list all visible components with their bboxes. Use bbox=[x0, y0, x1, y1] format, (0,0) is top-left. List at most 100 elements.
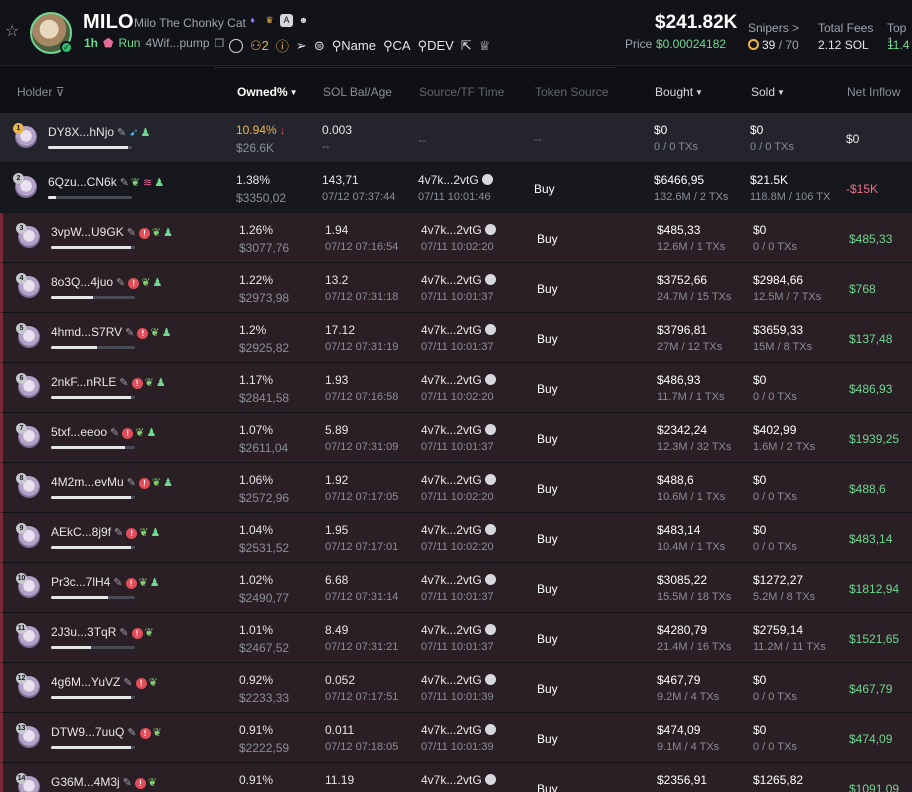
copy-icon[interactable]: ❐ bbox=[215, 37, 225, 50]
filter-icon[interactable]: ⊽ bbox=[56, 85, 65, 99]
holder-address[interactable]: 5txf...eeoo ✎! ❦ ♟ bbox=[51, 425, 156, 439]
external-link-icon[interactable]: ⇱ bbox=[461, 38, 472, 54]
edit-icon[interactable]: ✎ bbox=[127, 477, 136, 489]
source-wallet[interactable]: 4v7k...2vtG bbox=[421, 223, 496, 237]
crown-outline-icon[interactable]: ♕ bbox=[479, 38, 491, 54]
holder-address[interactable]: 4g6M...YuVZ ✎! ❦ bbox=[51, 675, 158, 689]
holder-address[interactable]: DTW9...7uuQ ✎! ❦ bbox=[51, 725, 162, 739]
col-holder[interactable]: Holder ⊽ bbox=[17, 85, 65, 99]
edit-icon[interactable]: ✎ bbox=[127, 727, 136, 739]
source-address[interactable]: 4v7k...2vtG bbox=[421, 423, 482, 437]
search-dev-button[interactable]: ⚲DEV bbox=[418, 38, 454, 54]
table-row[interactable]: 2 6Qzu...CN6k ✎ ❦ ≋ ♟ 1.38% $3350,02 143,71 07/12… bbox=[0, 163, 912, 213]
holder-address[interactable]: 2J3u...3TqR ✎! ❦ bbox=[51, 625, 154, 639]
table-row[interactable]: 12 4g6M...YuVZ ✎! ❦ 0.92% $2233,33 0.052 07/12 … bbox=[0, 663, 912, 713]
edit-icon[interactable]: ✎ bbox=[119, 627, 128, 639]
holder-address-text[interactable]: 4hmd...S7RV bbox=[51, 325, 122, 339]
telegram-icon[interactable]: ➢ bbox=[296, 38, 307, 54]
contract-address[interactable]: 4Wif...pump bbox=[145, 36, 209, 50]
holder-address-text[interactable]: 4M2m...evMu bbox=[51, 475, 124, 489]
table-row[interactable]: 10 Pr3c...7lH4 ✎! ❦ ♟ 1.02% $2490,77 6.68 07/12 … bbox=[0, 563, 912, 613]
table-row[interactable]: 9 AEkC...8j9f ✎! ❦ ♟ 1.04% $2531,52 1.95 07/12 0… bbox=[0, 513, 912, 563]
edit-icon[interactable]: ✎ bbox=[123, 677, 132, 689]
holder-address-text[interactable]: Pr3c...7lH4 bbox=[51, 575, 110, 589]
col-sold[interactable]: Sold ▼ bbox=[751, 85, 785, 99]
source-wallet[interactable]: 4v7k...2vtG bbox=[421, 773, 496, 787]
source-address[interactable]: 4v7k...2vtG bbox=[421, 623, 482, 637]
holder-address-text[interactable]: 2J3u...3TqR bbox=[51, 625, 116, 639]
table-row[interactable]: 11 2J3u...3TqR ✎! ❦ 1.01% $2467,52 8.49 07/12 0… bbox=[0, 613, 912, 663]
edit-icon[interactable]: ✎ bbox=[120, 177, 129, 189]
holder-address[interactable]: DY8X...hNjo ✎ ➹ ♟ bbox=[48, 125, 150, 139]
source-wallet[interactable]: 4v7k...2vtG bbox=[421, 573, 496, 587]
holder-address[interactable]: 2nkF...nRLE ✎! ❦ ♟ bbox=[51, 375, 166, 389]
source-wallet[interactable]: 4v7k...2vtG bbox=[421, 273, 496, 287]
holder-address[interactable]: Pr3c...7lH4 ✎! ❦ ♟ bbox=[51, 575, 160, 589]
source-wallet[interactable]: 4v7k...2vtG bbox=[421, 323, 496, 337]
col-bought[interactable]: Bought ▼ bbox=[655, 85, 703, 99]
source-address[interactable]: 4v7k...2vtG bbox=[418, 173, 479, 187]
col-net-inflow[interactable]: Net Inflow bbox=[847, 85, 900, 99]
source-wallet[interactable]: 4v7k...2vtG bbox=[421, 423, 496, 437]
edit-icon[interactable]: ✎ bbox=[113, 577, 122, 589]
holder-address-text[interactable]: 6Qzu...CN6k bbox=[48, 175, 117, 189]
edit-icon[interactable]: ✎ bbox=[125, 327, 134, 339]
edit-icon[interactable]: ✎ bbox=[127, 227, 136, 239]
table-row[interactable]: 7 5txf...eeoo ✎! ❦ ♟ 1.07% $2611,04 5.89 07/12 0… bbox=[0, 413, 912, 463]
holder-address[interactable]: AEkC...8j9f ✎! ❦ ♟ bbox=[51, 525, 160, 539]
holder-address-text[interactable]: 4g6M...YuVZ bbox=[51, 675, 120, 689]
warning-icon[interactable]: ⓘ bbox=[276, 36, 289, 55]
source-address[interactable]: 4v7k...2vtG bbox=[421, 723, 482, 737]
col-sol-bal[interactable]: SOL Bal/Age bbox=[323, 85, 392, 99]
source-wallet[interactable]: 4v7k...2vtG bbox=[421, 523, 496, 537]
search-ca-button[interactable]: ⚲CA bbox=[383, 38, 411, 54]
source-wallet[interactable]: 4v7k...2vtG bbox=[421, 673, 496, 687]
holder-address-text[interactable]: 8o3Q...4juo bbox=[51, 275, 113, 289]
source-address[interactable]: 4v7k...2vtG bbox=[421, 223, 482, 237]
source-address[interactable]: 4v7k...2vtG bbox=[421, 773, 482, 787]
col-owned[interactable]: Owned% ▼ bbox=[237, 85, 298, 99]
holder-address[interactable]: 8o3Q...4juo ✎! ❦ ♟ bbox=[51, 275, 162, 289]
table-row[interactable]: 5 4hmd...S7RV ✎! ❦ ♟ 1.2% $2925,82 17.12 07/12 0… bbox=[0, 313, 912, 363]
source-wallet[interactable]: 4v7k...2vtG bbox=[418, 173, 493, 187]
edit-icon[interactable]: ✎ bbox=[119, 377, 128, 389]
holder-address-text[interactable]: 2nkF...nRLE bbox=[51, 375, 116, 389]
source-address[interactable]: 4v7k...2vtG bbox=[421, 673, 482, 687]
star-icon[interactable]: ☆ bbox=[5, 24, 21, 40]
source-address[interactable]: 4v7k...2vtG bbox=[421, 373, 482, 387]
globe-icon[interactable] bbox=[229, 38, 243, 53]
source-address[interactable]: 4v7k...2vtG bbox=[421, 323, 482, 337]
search-name-button[interactable]: ⚲Name bbox=[332, 38, 376, 54]
table-row[interactable]: 4 8o3Q...4juo ✎! ❦ ♟ 1.22% $2973,98 13.2 07/12 0… bbox=[0, 263, 912, 313]
holders-icon[interactable]: ⚇2 bbox=[250, 38, 269, 54]
source-wallet[interactable]: 4v7k...2vtG bbox=[421, 723, 496, 737]
holder-address-text[interactable]: 5txf...eeoo bbox=[51, 425, 107, 439]
holder-address-text[interactable]: 3vpW...U9GK bbox=[51, 225, 124, 239]
source-address[interactable]: 4v7k...2vtG bbox=[421, 573, 482, 587]
table-row[interactable]: 13 DTW9...7uuQ ✎! ❦ 0.91% $2222,59 0.011 07/12 … bbox=[0, 713, 912, 763]
holder-address-text[interactable]: G36M...4M3j bbox=[51, 775, 120, 789]
table-row[interactable]: 1 DY8X...hNjo ✎ ➹ ♟ 10.94% ↓ $26.6K 0.003 -- -- -- $… bbox=[0, 113, 912, 163]
holder-address[interactable]: 3vpW...U9GK ✎! ❦ ♟ bbox=[51, 225, 173, 239]
edit-icon[interactable]: ✎ bbox=[110, 427, 119, 439]
holder-address-text[interactable]: DTW9...7uuQ bbox=[51, 725, 124, 739]
source-address[interactable]: 4v7k...2vtG bbox=[421, 523, 482, 537]
edit-icon[interactable]: ✎ bbox=[117, 127, 126, 139]
holder-address-text[interactable]: AEkC...8j9f bbox=[51, 525, 111, 539]
source-address[interactable]: 4v7k...2vtG bbox=[421, 473, 482, 487]
source-wallet[interactable]: 4v7k...2vtG bbox=[421, 373, 496, 387]
holder-address[interactable]: 6Qzu...CN6k ✎ ❦ ≋ ♟ bbox=[48, 175, 164, 189]
source-address[interactable]: 4v7k...2vtG bbox=[421, 273, 482, 287]
edit-icon[interactable]: ✎ bbox=[123, 777, 132, 789]
table-row[interactable]: 14 G36M...4M3j ✎! ❦ 0.91% 11.19 4v7k...2vtG Buy… bbox=[0, 763, 912, 792]
holder-address[interactable]: 4hmd...S7RV ✎! ❦ ♟ bbox=[51, 325, 171, 339]
table-row[interactable]: 8 4M2m...evMu ✎! ❦ ♟ 1.06% $2572,96 1.92 07/12 0… bbox=[0, 463, 912, 513]
snipers-label[interactable]: Snipers > bbox=[748, 21, 799, 35]
scan-icon[interactable]: ⊜ bbox=[314, 38, 325, 54]
col-token-source[interactable]: Token Source bbox=[535, 85, 608, 99]
source-wallet[interactable]: 4v7k...2vtG bbox=[421, 623, 496, 637]
edit-icon[interactable]: ✎ bbox=[116, 277, 125, 289]
edit-icon[interactable]: ✎ bbox=[114, 527, 123, 539]
table-row[interactable]: 6 2nkF...nRLE ✎! ❦ ♟ 1.17% $2841,58 1.93 07/12 0… bbox=[0, 363, 912, 413]
col-source-tf[interactable]: Source/TF Time bbox=[419, 85, 504, 99]
